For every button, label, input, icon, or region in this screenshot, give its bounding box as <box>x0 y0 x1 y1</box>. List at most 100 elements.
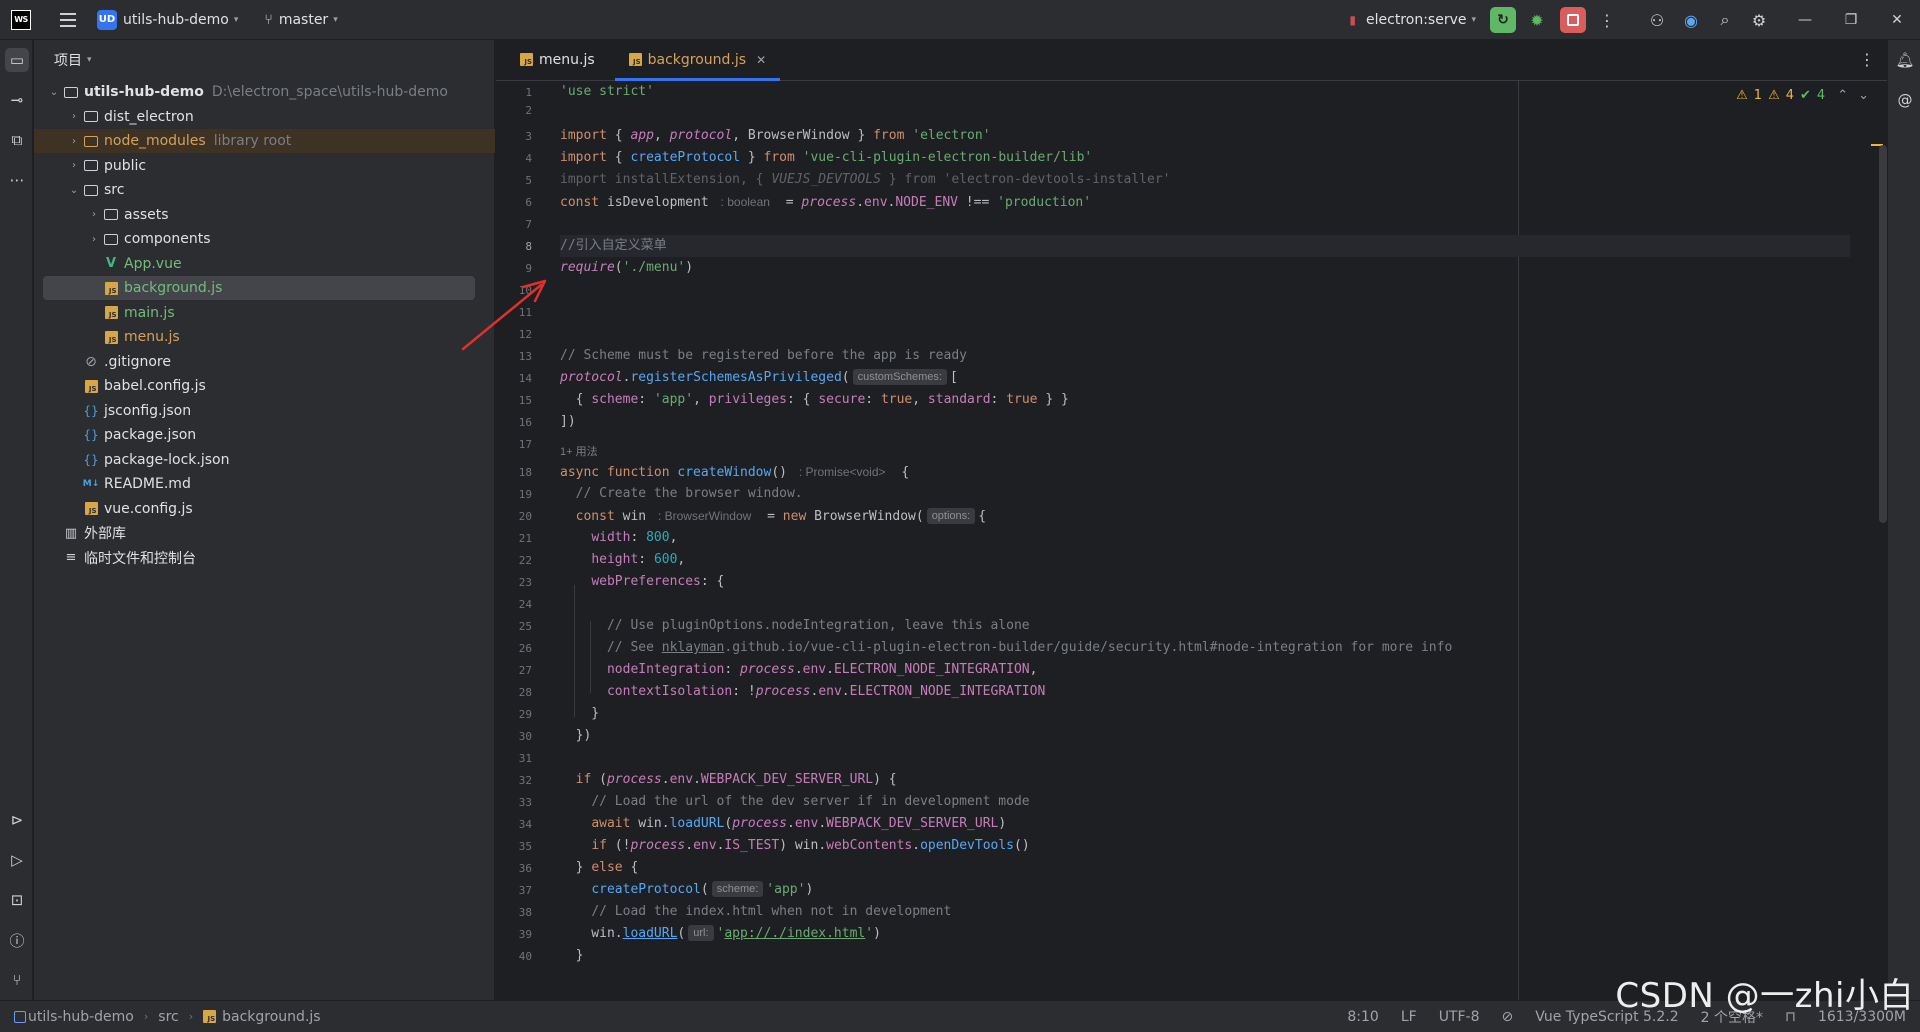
chevron-right-icon: › <box>188 1010 194 1023</box>
tree-item-label: .gitignore <box>104 353 171 370</box>
json-file-icon: {} <box>83 428 99 442</box>
tree-item-package-json[interactable]: {} package.json <box>34 423 495 447</box>
close-tab-icon[interactable]: ✕ <box>756 53 766 67</box>
weak-warning-count: 4 <box>1785 88 1794 103</box>
editor-scrollbar[interactable] <box>1879 145 1887 523</box>
line-number: 26 <box>518 642 532 655</box>
tree-item-src[interactable]: ⌄ src <box>34 178 495 202</box>
problems-tool-button[interactable]: ⓘ <box>5 928 29 952</box>
stop-button[interactable] <box>1560 7 1586 33</box>
project-panel-header[interactable]: 项目 ▾ <box>34 40 494 80</box>
chevron-right-icon[interactable]: › <box>66 160 82 171</box>
tree-item-label: babel.config.js <box>104 378 206 394</box>
tree-item-public[interactable]: › public <box>34 154 495 178</box>
git-tool-button[interactable]: ⑂ <box>5 968 29 992</box>
tree-item-dist-electron[interactable]: › dist_electron <box>34 105 495 129</box>
title-bar: WS UD utils-hub-demo ▾ ⑂ master ▾ ▮ elec… <box>0 0 1920 40</box>
breadcrumb-file[interactable]: background.js <box>222 1009 320 1025</box>
terminal-tool-button[interactable]: ⊡ <box>5 888 29 912</box>
tree-item-label: jsconfig.json <box>104 402 192 419</box>
structure-tool-button[interactable]: ⧉ <box>5 128 29 152</box>
tree-item-gitignore[interactable]: ⊘ .gitignore <box>34 350 495 374</box>
breadcrumb: utils-hub-demo › src › JS background.js <box>14 1009 321 1025</box>
line-number: 3 <box>525 130 532 143</box>
tree-item-jsconfig-json[interactable]: {} jsconfig.json <box>34 399 495 423</box>
chevron-right-icon[interactable]: › <box>66 111 82 122</box>
line-number: 40 <box>518 950 532 963</box>
tree-item-[interactable]: ▥ 外部库 <box>34 521 495 545</box>
rerun-icon: ↻ <box>1497 12 1509 28</box>
search-everywhere-button[interactable]: ⌕ <box>1712 7 1738 33</box>
breadcrumb-project[interactable]: utils-hub-demo <box>28 1009 134 1025</box>
commit-tool-button[interactable]: ⊸ <box>5 88 29 112</box>
tree-item-menu-js[interactable]: JS menu.js <box>34 325 495 349</box>
line-number: 17 <box>518 438 532 451</box>
chevron-up-icon[interactable]: ⌃ <box>1837 88 1848 103</box>
ai-assistant-button[interactable]: ◉ <box>1678 7 1704 33</box>
line-number: 36 <box>518 862 532 875</box>
file-encoding[interactable]: UTF-8 <box>1439 1009 1480 1025</box>
ai-chat-button[interactable]: @ <box>1893 88 1917 112</box>
line-number: 23 <box>518 576 532 589</box>
chevron-right-icon: › <box>143 1010 149 1023</box>
tab-background-js[interactable]: JS background.js ✕ <box>614 39 781 81</box>
breadcrumb-src[interactable]: src <box>158 1009 178 1025</box>
tree-item-label: utils-hub-demo <box>84 84 204 100</box>
chevron-right-icon[interactable]: › <box>66 136 82 147</box>
run-config-selector[interactable]: ▮ electron:serve ▾ <box>1349 0 1476 40</box>
chevron-down-icon[interactable]: ⌄ <box>66 185 82 196</box>
line-separator[interactable]: LF <box>1401 1009 1417 1025</box>
tabs-more-button[interactable]: ⋮ <box>1859 50 1875 69</box>
inspection-profile-icon[interactable]: ⊘ <box>1502 1009 1514 1025</box>
main-menu-icon[interactable] <box>57 9 79 31</box>
code-with-me-button[interactable]: ⚇ <box>1644 7 1670 33</box>
tree-item-node-modules[interactable]: › node_modules library root <box>34 129 495 153</box>
project-tool-button[interactable]: ▭ <box>5 48 29 72</box>
tree-item-app-vue[interactable]: V App.vue <box>34 252 495 276</box>
tree-item-[interactable]: ≡ 临时文件和控制台 <box>34 546 495 570</box>
git-branch-icon: ⑂ <box>12 971 22 989</box>
tab-menu-js[interactable]: JS menu.js <box>506 39 609 80</box>
folder-icon: ▭ <box>9 51 25 69</box>
tree-item-label: assets <box>124 206 169 223</box>
line-number: 24 <box>518 598 532 611</box>
chevron-down-icon[interactable]: ⌄ <box>46 87 62 98</box>
caret-position[interactable]: 8:10 <box>1347 1009 1378 1025</box>
settings-button[interactable]: ⚙ <box>1746 7 1772 33</box>
more-tools-button[interactable]: ⋯ <box>5 168 29 192</box>
close-window-button[interactable]: ✕ <box>1874 0 1920 40</box>
notifications-button[interactable]: 🔔︎ <box>1893 48 1917 72</box>
inspection-widget[interactable]: ⚠ 1 ⚠ 4 ✔ 4 ⌃ ⌄ <box>1736 88 1869 103</box>
minimize-button[interactable]: — <box>1782 0 1828 40</box>
restore-button[interactable]: ❐ <box>1828 0 1874 40</box>
tree-item-components[interactable]: › components <box>34 227 495 251</box>
tree-item-vue-config-js[interactable]: JS vue.config.js <box>34 497 495 521</box>
more-actions-button[interactable]: ⋮ <box>1594 7 1620 33</box>
code-area[interactable]: 'use strict' import { app, protocol, Bro… <box>560 81 1850 1000</box>
chevron-down-icon: ▾ <box>87 55 92 65</box>
line-number-gutter[interactable]: 1 2 3 4 5 6 7 8 9 10 11 12 13 14 15 16 17 18 19 20 21 22 23 24 2… <box>496 81 556 1000</box>
services-tool-button[interactable]: ⊳ <box>5 808 29 832</box>
tree-item-utils-hub-demo[interactable]: ⌄ utils-hub-demo D:\electron_space\utils-h… <box>34 80 495 104</box>
chevron-right-icon[interactable]: › <box>86 234 102 245</box>
run-tool-button[interactable]: ▷ <box>5 848 29 872</box>
line-number: 37 <box>518 884 532 897</box>
usage-hint[interactable]: 1+ 用法 <box>560 443 598 461</box>
tree-item-main-js[interactable]: JS main.js <box>34 301 495 325</box>
rerun-button[interactable]: ↻ <box>1490 7 1516 33</box>
code-line-22: height: 600, <box>591 552 686 567</box>
chevron-right-icon[interactable]: › <box>86 209 102 220</box>
tree-item-background-js[interactable]: JS background.js <box>43 276 475 300</box>
tree-item-assets[interactable]: › assets <box>34 203 495 227</box>
vcs-branch-widget[interactable]: ⑂ master ▾ <box>238 0 337 40</box>
debug-button[interactable]: ✹ <box>1524 7 1550 33</box>
tree-item-babel-config-js[interactable]: JS babel.config.js <box>34 374 495 398</box>
tree-item-readme-md[interactable]: M↓ README.md <box>34 472 495 496</box>
tree-item-package-lock-json[interactable]: {} package-lock.json <box>34 448 495 472</box>
npm-config-icon: ▮ <box>1349 13 1356 27</box>
chevron-down-icon[interactable]: ⌄ <box>1858 88 1869 103</box>
code-line-40: } <box>560 948 584 963</box>
project-widget[interactable]: UD utils-hub-demo ▾ <box>79 0 238 40</box>
warning-count: 1 <box>1753 88 1763 103</box>
code-line-23: webPreferences: { <box>591 574 725 589</box>
